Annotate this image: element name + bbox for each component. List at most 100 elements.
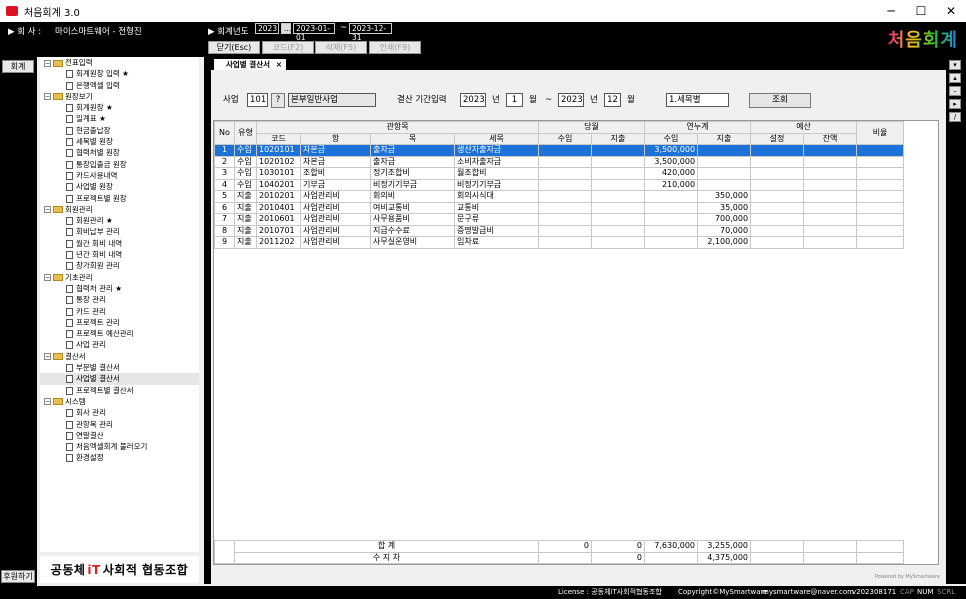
tab-close-icon[interactable]: × [276,59,282,70]
status-num: NUM [917,588,934,596]
fiscal-year-picker-button[interactable]: ... [281,23,291,34]
tree-item[interactable]: 회비납부 관리 [40,226,199,237]
folder-icon [53,59,63,67]
table-row[interactable]: 7 지출 2010601 사업관리비 사무용품비 문구류 700,000 [214,213,905,226]
tree-group[interactable]: − 결산서 [40,351,199,362]
tool-arrow-icon[interactable]: ▸ [949,99,961,109]
tree-item[interactable]: 부문별 결산서 [40,362,199,373]
tool-down-icon[interactable]: ▾ [949,60,961,70]
tree-item[interactable]: 프로젝트 예산관리 [40,328,199,339]
end-date-field[interactable]: 2023-12-31 [349,23,392,42]
tree-item[interactable]: 회원관리 ★ [40,215,199,226]
tree-item[interactable]: 프로젝트별 원장 [40,193,199,204]
fiscal-year-field[interactable]: 2023 [255,23,279,34]
business-code-input[interactable]: 101 [247,93,268,107]
table-row[interactable]: 1 수입 1020101 자본금 출자금 생산자출자금 3,500,000 [214,144,905,157]
tree-item[interactable]: 환경설정 [40,452,199,463]
tree-item[interactable]: 연말결산 [40,430,199,441]
table-row[interactable]: 9 지출 2011202 사업관리비 사무실운영비 임차료 2,100,000 [214,236,905,249]
support-button[interactable]: 후원하기 [1,570,35,583]
business-help-button[interactable]: ? [271,93,285,108]
tree-item-label: 프로젝트 관리 [76,317,120,327]
cell-hang: 사업관리비 [300,213,371,226]
tree-group[interactable]: − 전표입력 [40,57,199,68]
folder-icon [53,206,63,214]
table-row[interactable]: 3 수입 1030101 조합비 정기조합비 월조합비 420,000 [214,167,905,180]
tool-slash-icon[interactable]: / [949,112,961,122]
tree-item[interactable]: 월간 회비 내역 [40,238,199,249]
document-icon [66,443,73,452]
table-row[interactable]: 5 지출 2010201 사업관리비 회의비 회의시식대 350,000 [214,190,905,203]
table-row[interactable]: 8 지출 2010701 사업관리비 지급수수료 증명발급비 70,000 [214,224,905,237]
code-button[interactable]: 코드(F2) [262,41,314,54]
tree-item[interactable]: 프로젝트별 결산서 [40,385,199,396]
tree-item[interactable]: 은행엑셀 입력 [40,80,199,91]
collapse-icon[interactable]: − [44,206,51,214]
tree-item[interactable]: 세목별 원장 [40,136,199,147]
print-button[interactable]: 인쇄(F9) [369,41,421,54]
cell-min [538,236,593,249]
year-to-input[interactable]: 2023 [558,93,584,107]
tree-item[interactable]: 현금출납장 [40,125,199,136]
tree-item-label: 현금출납장 [76,125,111,135]
tree-group[interactable]: − 시스템 [40,396,199,407]
window-titlebar: 처음회계 3.0 ─ ☐ ✕ [0,0,966,22]
tree-item-label: 카드 관리 [76,306,106,316]
cell-no: 6 [214,201,235,214]
tree-item[interactable]: 회사 관리 [40,407,199,418]
tree-item[interactable]: 처음엑셀회계 불러오기 [40,441,199,452]
collapse-icon[interactable]: − [44,353,51,361]
tree-item[interactable]: 협력처별 원장 [40,147,199,158]
cell-min [538,201,593,214]
document-icon [66,81,73,90]
tree-item[interactable]: 협력처 관리 ★ [40,283,199,294]
tree-item[interactable]: 사업별 결산서 [40,373,199,385]
tree-group[interactable]: − 기초관리 [40,272,199,283]
tree-item[interactable]: 년간 회비 내역 [40,249,199,260]
tree-item[interactable]: 일계표 ★ [40,113,199,124]
tree-item[interactable]: 사업 관리 [40,339,199,350]
tree-item[interactable]: 프로젝트 관리 [40,317,199,328]
year-from-input[interactable]: 2023 [460,93,486,107]
start-date-field[interactable]: 2023-01-01 [293,23,335,42]
collapse-icon[interactable]: − [44,93,51,101]
tree-group[interactable]: − 회원관리 [40,204,199,215]
collapse-icon[interactable]: − [44,59,51,67]
tree-item[interactable]: 통장 관리 [40,294,199,305]
tree-group[interactable]: − 원장보기 [40,91,199,102]
accounting-mode-button[interactable]: 회계 [2,60,34,73]
tool-dash-icon[interactable]: – [949,86,961,96]
maximize-icon[interactable]: ☐ [906,0,936,22]
minimize-icon[interactable]: ─ [876,0,906,22]
tree-item-label: 기초관리 [65,272,93,282]
tree-item[interactable]: 회계원장 ★ [40,102,199,113]
search-button[interactable]: 조회 [749,93,811,108]
tab-business-settlement[interactable]: 사업별 결산서 × [214,59,286,70]
report-mode-select[interactable]: 1.세목별 [666,93,729,107]
tree-item[interactable]: 통장입출금 원장 [40,159,199,170]
cell-type: 지출 [234,201,257,214]
collapse-icon[interactable]: − [44,274,51,282]
month-to-input[interactable]: 12 [604,93,621,107]
tree-item[interactable]: 카드 관리 [40,306,199,317]
tree-item[interactable]: 카드사용내역 [40,170,199,181]
cell-cout: 700,000 [697,213,752,226]
cell-no: 5 [214,190,235,203]
app-icon [6,6,18,16]
close-button[interactable]: 닫기(Esc) [208,41,260,54]
collapse-icon[interactable]: − [44,398,51,406]
tree-item[interactable]: 사업별 원장 [40,181,199,192]
close-icon[interactable]: ✕ [936,0,966,22]
table-row[interactable]: 6 지출 2010401 사업관리비 여비교통비 교통비 35,000 [214,201,905,214]
cell-semok: 회의시식대 [453,190,540,203]
table-row[interactable]: 2 수입 1020102 자본금 출자금 소비자출자금 3,500,000 [214,155,905,168]
month-from-input[interactable]: 1 [506,93,523,107]
tree-item[interactable]: 회계원장 입력 ★ [40,68,199,79]
document-icon [66,431,73,440]
cell-empty [750,144,805,157]
delete-button[interactable]: 삭제(F5) [315,41,367,54]
tree-item[interactable]: 창가회원 관리 [40,260,199,271]
table-row[interactable]: 4 수입 1040201 기부금 비정기기부금 비정기기부금 210,000 [214,178,905,191]
tool-up-icon[interactable]: ▴ [949,73,961,83]
tree-item[interactable]: 관항목 관리 [40,419,199,430]
